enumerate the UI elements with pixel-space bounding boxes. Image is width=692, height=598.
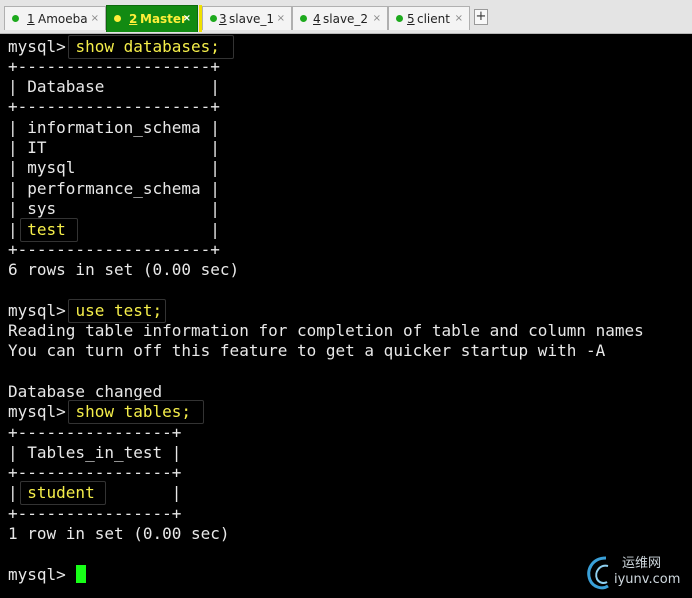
table-border: +----------------+	[8, 504, 182, 523]
tab-label: Amoeba	[38, 12, 88, 26]
tab-number: 2	[129, 12, 138, 26]
highlight-box	[20, 481, 106, 505]
info-message: You can turn off this feature to get a q…	[8, 341, 606, 360]
prompt: mysql>	[8, 402, 66, 421]
table-row: | IT |	[8, 138, 220, 157]
tab-client[interactable]: 5 client ×	[388, 6, 470, 30]
tab-number: 1	[27, 12, 35, 26]
watermark-logo: 运维网 iyunv.com	[584, 552, 684, 592]
tab-number: 3	[219, 12, 227, 26]
status-message: Database changed	[8, 382, 163, 401]
tab-label: slave_2	[323, 12, 369, 26]
table-border: +--------------------+	[8, 97, 220, 116]
status-dot-icon	[210, 15, 217, 22]
close-tab-icon[interactable]: ×	[183, 6, 191, 32]
prompt: mysql>	[8, 565, 66, 584]
table-border: +--------------------+	[8, 240, 220, 259]
table-border: +----------------+	[8, 463, 182, 482]
highlight-box	[20, 218, 78, 242]
tab-number: 4	[313, 12, 321, 26]
swirl-logo-icon	[587, 556, 609, 590]
row-edge: |	[94, 483, 182, 502]
status-dot-icon	[396, 15, 403, 22]
text-cursor	[76, 565, 86, 583]
table-row: | performance_schema |	[8, 179, 220, 198]
tab-number: 5	[407, 12, 415, 26]
tab-slave-2[interactable]: 4 slave_2 ×	[292, 6, 388, 30]
result-summary: 6 rows in set (0.00 sec)	[8, 260, 240, 279]
table-row: | information_schema |	[8, 118, 220, 137]
close-tab-icon[interactable]: ×	[373, 7, 381, 31]
tab-master[interactable]: 2 Master ×	[106, 5, 198, 32]
info-message: Reading table information for completion…	[8, 321, 644, 340]
table-border: +--------------------+	[8, 57, 220, 76]
table-header-row: | Tables_in_test |	[8, 443, 182, 462]
highlight-box	[68, 299, 166, 323]
highlight-box	[68, 400, 204, 424]
tab-slave-1[interactable]: 3 slave_1 ×	[202, 6, 292, 30]
prompt: mysql>	[8, 301, 66, 320]
watermark-domain: iyunv.com	[614, 572, 681, 587]
table-row: | mysql |	[8, 158, 220, 177]
tab-label: client	[417, 12, 450, 26]
result-summary: 1 row in set (0.00 sec)	[8, 524, 230, 543]
status-dot-icon	[12, 15, 19, 22]
current-prompt: mysql>	[8, 565, 66, 585]
watermark-chinese: 运维网	[622, 556, 662, 571]
table-header-row: | Database |	[8, 77, 220, 96]
tab-label: Master	[140, 12, 187, 26]
table-row: | sys |	[8, 199, 220, 218]
tab-label: slave_1	[229, 12, 275, 26]
close-tab-icon[interactable]: ×	[455, 7, 463, 31]
close-tab-icon[interactable]: ×	[277, 7, 285, 31]
prompt: mysql>	[8, 37, 66, 56]
status-dot-icon	[300, 15, 307, 22]
highlight-box	[68, 35, 234, 59]
close-tab-icon[interactable]: ×	[91, 7, 99, 31]
terminal-output[interactable]: mysql> show databases; +----------------…	[0, 34, 692, 598]
row-edge: |	[65, 220, 220, 239]
session-tab-bar: 1 Amoeba × 2 Master × 3 slave_1 × 4 slav…	[0, 0, 692, 34]
status-dot-icon	[114, 15, 121, 22]
new-tab-button[interactable]: +	[474, 9, 488, 25]
table-border: +----------------+	[8, 423, 182, 442]
tab-amoeba[interactable]: 1 Amoeba ×	[4, 6, 106, 30]
